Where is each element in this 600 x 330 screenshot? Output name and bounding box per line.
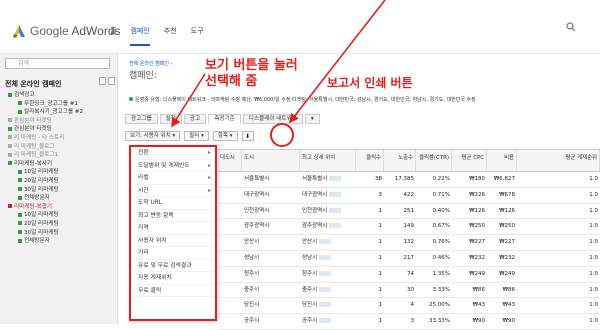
arrow-to-view-button xyxy=(171,73,206,128)
arrow-to-download-button xyxy=(289,0,386,124)
annotation-arrows xyxy=(171,0,386,128)
